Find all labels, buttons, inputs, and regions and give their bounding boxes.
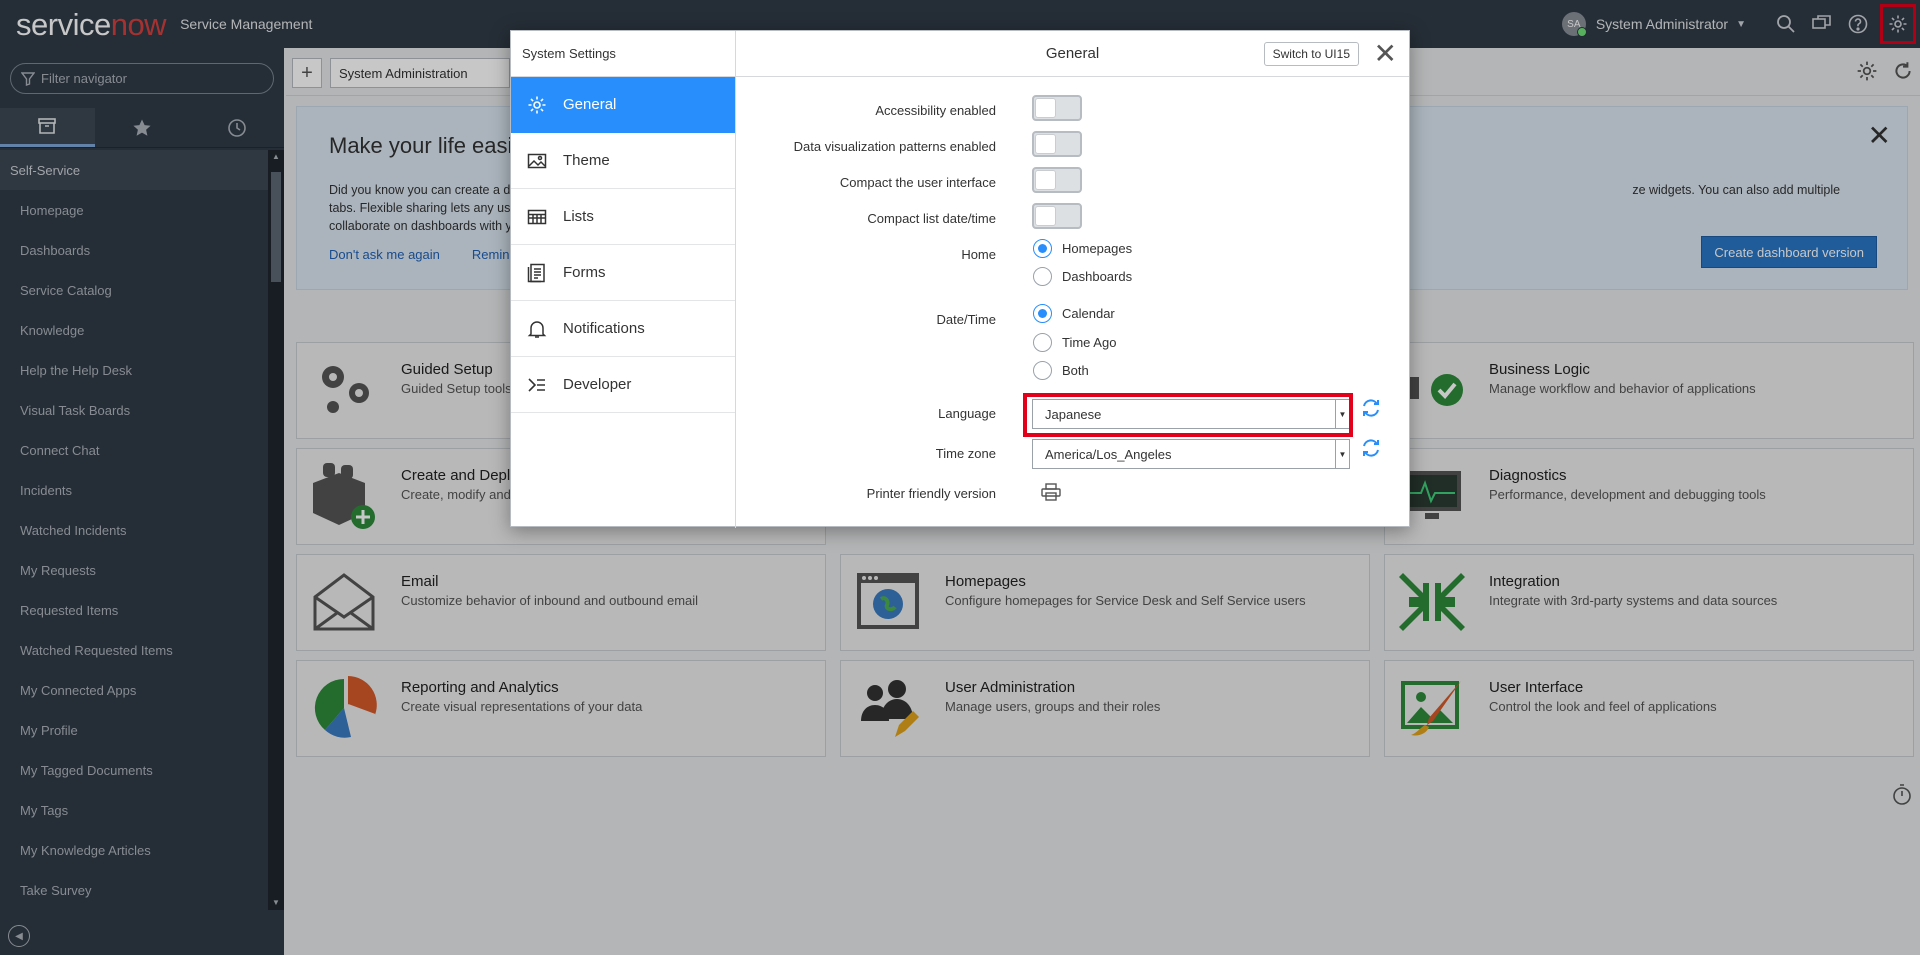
language-highlight-box	[1023, 393, 1353, 437]
accessibility-label: Accessibility enabled	[875, 103, 996, 118]
menu-lists[interactable]: Lists	[511, 189, 735, 245]
datetime-label: Date/Time	[936, 312, 996, 327]
compact-ui-label: Compact the user interface	[839, 175, 996, 190]
data-visualization-label: Data visualization patterns enabled	[793, 139, 996, 154]
datetime-radio-time-ago[interactable]: Time Ago	[1033, 333, 1116, 352]
gear-icon	[511, 95, 563, 115]
menu-notifications[interactable]: Notifications	[511, 301, 735, 357]
bell-icon	[511, 319, 563, 339]
menu-developer[interactable]: Developer	[511, 357, 735, 413]
dropdown-arrow-icon[interactable]: ▼	[1335, 440, 1349, 468]
switch-to-ui15-button[interactable]: Switch to UI15	[1263, 42, 1359, 66]
system-settings-modal: System Settings General Theme Lists Form…	[510, 30, 1410, 528]
language-label: Language	[938, 406, 996, 421]
accessibility-toggle[interactable]	[1032, 95, 1082, 121]
home-radio-dashboards[interactable]: Dashboards	[1033, 267, 1132, 286]
timezone-select[interactable]: America/Los_Angeles ▼	[1032, 439, 1350, 469]
compact-list-datetime-toggle[interactable]	[1032, 203, 1082, 229]
datetime-radio-both[interactable]: Both	[1033, 361, 1089, 380]
timezone-refresh-icon[interactable]	[1360, 437, 1382, 462]
printer-icon[interactable]	[1041, 483, 1061, 504]
timezone-label: Time zone	[935, 446, 996, 461]
printer-friendly-label: Printer friendly version	[866, 486, 996, 501]
terminal-icon	[511, 375, 563, 395]
language-refresh-icon[interactable]	[1360, 397, 1382, 422]
settings-menu-title: System Settings	[511, 31, 735, 77]
menu-theme[interactable]: Theme	[511, 133, 735, 189]
compact-list-datetime-label: Compact list date/time	[867, 211, 996, 226]
list-table-icon	[511, 207, 563, 227]
form-icon	[511, 263, 563, 283]
datetime-radio-calendar[interactable]: Calendar	[1033, 304, 1115, 323]
settings-panel-title: General	[1045, 45, 1100, 62]
settings-menu: System Settings General Theme Lists Form…	[511, 31, 736, 528]
home-label: Home	[961, 247, 996, 262]
data-visualization-toggle[interactable]	[1032, 131, 1082, 157]
compact-ui-toggle[interactable]	[1032, 167, 1082, 193]
settings-general-panel: General Switch to UI15 ✕ Accessibility e…	[736, 31, 1409, 528]
menu-forms[interactable]: Forms	[511, 245, 735, 301]
settings-panel-header: General Switch to UI15 ✕	[736, 31, 1409, 77]
menu-general[interactable]: General	[511, 77, 735, 133]
image-icon	[511, 151, 563, 171]
close-icon[interactable]: ✕	[1374, 37, 1397, 71]
home-radio-homepages[interactable]: Homepages	[1033, 239, 1132, 258]
